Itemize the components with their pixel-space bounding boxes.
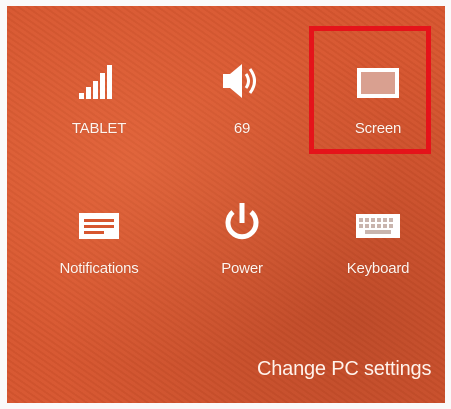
screen-brightness-icon [354, 65, 402, 101]
power-icon [220, 201, 264, 243]
power-label: Power [221, 260, 263, 277]
screen-tile[interactable]: Screen [318, 56, 438, 166]
network-label: TABLET [71, 120, 127, 137]
keyboard-icon [354, 211, 402, 241]
settings-charm-panel: TABLET 69 Screen Notifications Power Key… [7, 6, 445, 403]
keyboard-label: Keyboard [346, 260, 410, 277]
notifications-tile[interactable]: Notifications [39, 198, 159, 308]
notifications-label: Notifications [59, 260, 139, 277]
keyboard-tile[interactable]: Keyboard [318, 198, 438, 308]
screenshot-frame: TABLET 69 Screen Notifications Power Key… [0, 0, 451, 409]
change-pc-settings-link[interactable]: Change PC settings [257, 358, 431, 381]
screen-label: Screen [354, 120, 402, 137]
speaker-volume-icon [220, 61, 264, 101]
volume-tile[interactable]: 69 [182, 56, 302, 166]
notifications-icon [77, 211, 121, 241]
volume-label: 69 [233, 120, 251, 137]
network-tile[interactable]: TABLET [39, 56, 159, 166]
signal-bars-icon [77, 61, 121, 101]
power-tile[interactable]: Power [182, 198, 302, 308]
